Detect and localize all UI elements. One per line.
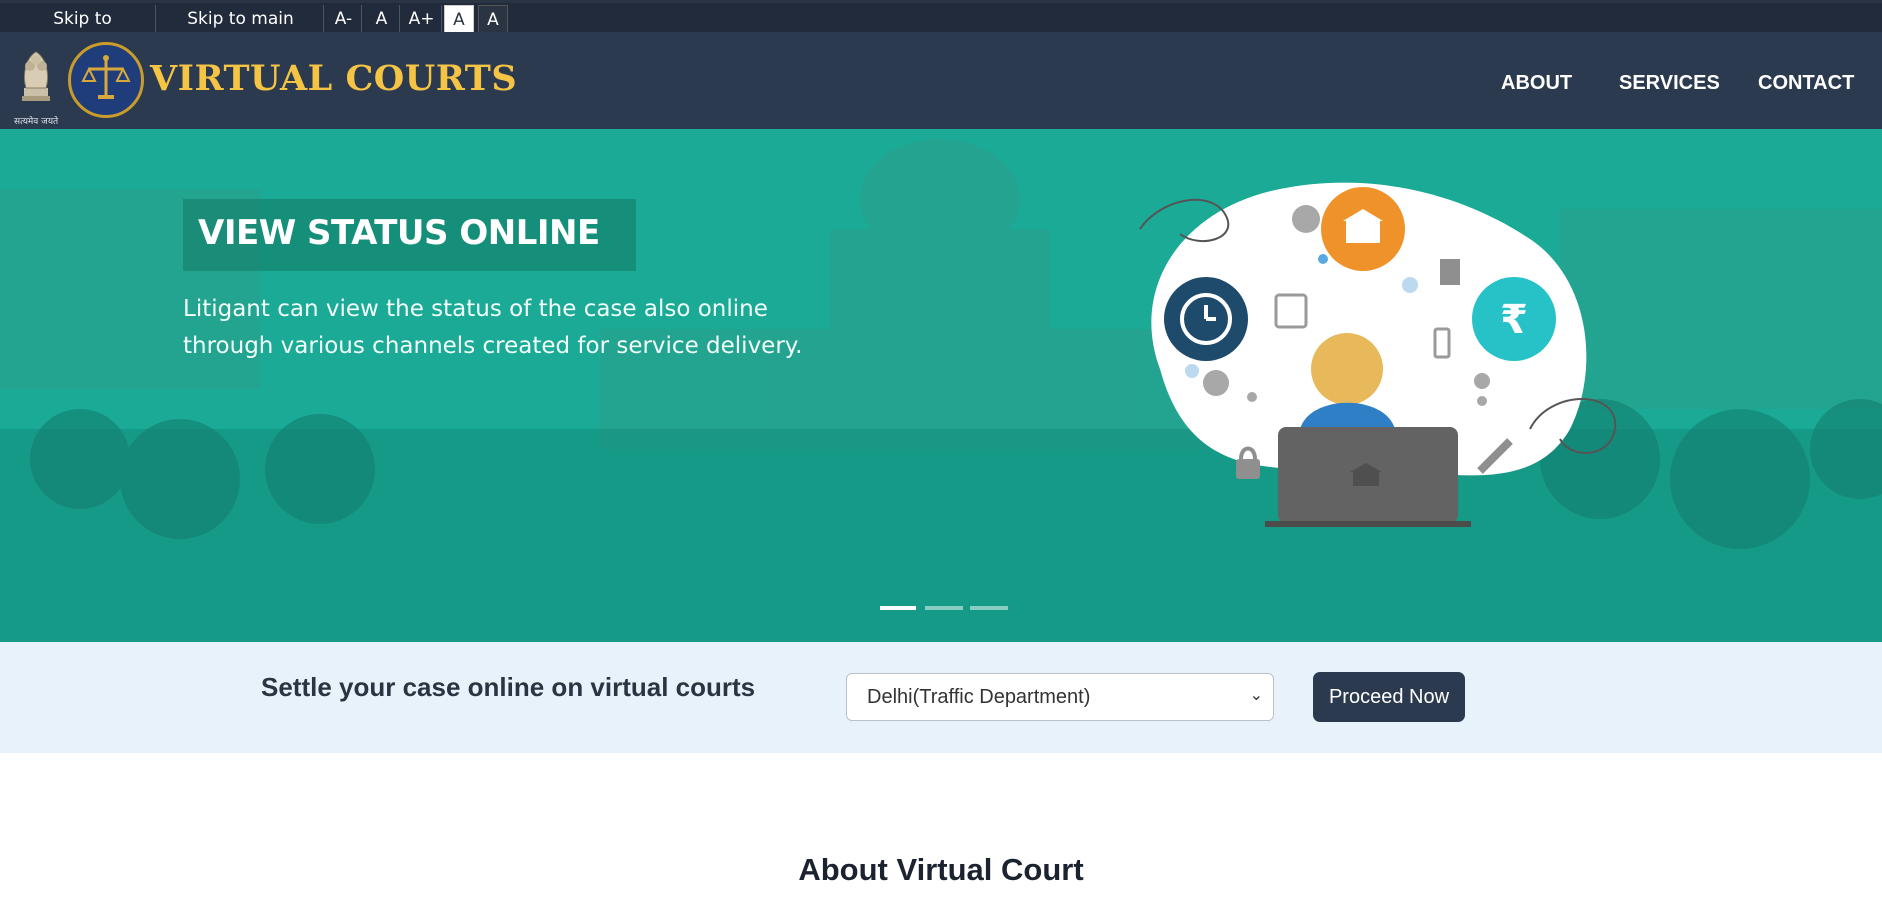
proceed-now-button[interactable]: Proceed Now: [1313, 672, 1465, 722]
department-select-value: Delhi(Traffic Department): [867, 686, 1091, 708]
court-logo: [68, 42, 144, 118]
person-avatar: [1311, 333, 1383, 405]
nav-services[interactable]: SERVICES: [1619, 72, 1720, 95]
hero-carousel: VIEW STATUS ONLINE Litigant can view the…: [0, 129, 1882, 642]
department-select[interactable]: Delhi(Traffic Department) ⌄: [846, 673, 1274, 721]
font-normal-button[interactable]: A: [364, 5, 400, 34]
skip-to-main-content-link[interactable]: Skip to main content: [158, 5, 324, 58]
carousel-indicator-1[interactable]: [880, 606, 916, 610]
hero-description: Litigant can view the status of the case…: [183, 296, 803, 359]
national-emblem-icon: [22, 51, 50, 101]
brand-title[interactable]: VIRTUAL COURTS: [150, 58, 517, 99]
font-decrease-button[interactable]: A-: [326, 5, 362, 34]
settle-case-label: Settle your case online on virtual court…: [261, 672, 756, 702]
lock-icon: [1236, 459, 1260, 479]
scales-of-justice-icon: [81, 55, 131, 99]
dark-theme-button[interactable]: A: [478, 5, 508, 34]
online-services-illustration: ₹: [1139, 182, 1617, 527]
font-increase-button[interactable]: A+: [402, 5, 442, 34]
chevron-down-icon: ⌄: [1249, 685, 1263, 704]
site-header: सत्यमेव जयते VIRTUAL COURTS ABOUT SERVIC…: [0, 32, 1882, 129]
carousel-indicator-2[interactable]: [925, 606, 963, 610]
carousel-indicator-3[interactable]: [970, 606, 1008, 610]
light-theme-button[interactable]: A: [444, 5, 474, 34]
nav-about[interactable]: ABOUT: [1501, 72, 1572, 95]
accessibility-bar: Skip to navigation Skip to main content …: [0, 0, 1882, 58]
hero-title: VIEW STATUS ONLINE: [198, 213, 600, 253]
about-section-title: About Virtual Court: [798, 852, 1084, 887]
skip-to-navigation-link[interactable]: Skip to navigation: [10, 5, 156, 58]
nav-contact[interactable]: CONTACT: [1758, 72, 1854, 95]
document-icon: [1440, 259, 1460, 285]
emblem-caption: सत्यमेव जयते: [14, 117, 59, 127]
svg-text:₹: ₹: [1500, 297, 1528, 343]
settle-case-section: Settle your case online on virtual court…: [0, 642, 1882, 753]
